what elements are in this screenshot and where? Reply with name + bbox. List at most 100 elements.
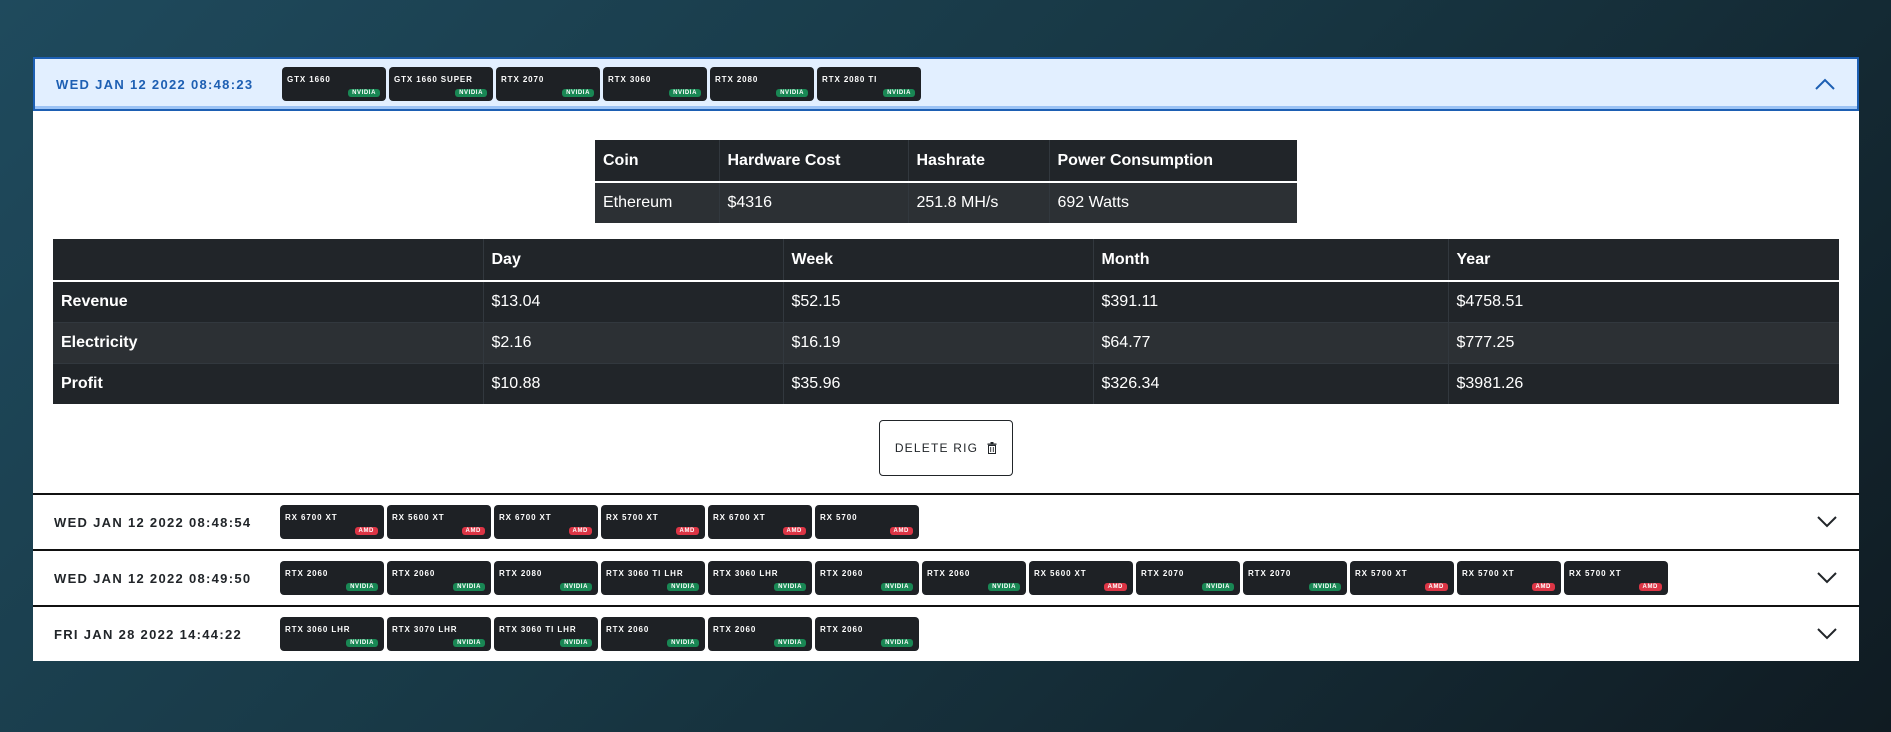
gpu-chip: RX 6700 XT AMD <box>708 505 812 539</box>
gpu-chip: RX 5600 XT AMD <box>387 505 491 539</box>
gpu-chip: RTX 3060 LHR NVIDIA <box>708 561 812 595</box>
gpu-name: RTX 2060 <box>606 625 650 634</box>
gpu-brand-badge: NVIDIA <box>1202 583 1234 591</box>
rig-header[interactable]: FRI JAN 28 2022 14:44:22 RTX 3060 LHR NVI… <box>33 607 1859 661</box>
trash-icon <box>987 442 997 454</box>
cell-year: $777.25 <box>1447 321 1839 363</box>
table-row: Profit $10.88 $35.96 $326.34 $3981.26 <box>53 362 1839 404</box>
cell-year: $3981.26 <box>1447 362 1839 404</box>
gpu-chip: RX 5600 XT AMD <box>1029 561 1133 595</box>
gpu-name: RX 5600 XT <box>392 513 445 522</box>
gpu-brand-badge: NVIDIA <box>881 639 913 647</box>
gpu-brand-badge: AMD <box>675 527 699 535</box>
cell-week: $16.19 <box>782 321 1093 363</box>
summary-hashrate: 251.8 MH/s <box>907 182 1049 223</box>
gpu-brand-badge: AMD <box>782 527 806 535</box>
gpu-chip: RTX 2060 NVIDIA <box>815 617 919 651</box>
summary-coin: Ethereum <box>595 182 719 223</box>
gpu-brand-badge: NVIDIA <box>774 583 806 591</box>
gpu-brand-badge: NVIDIA <box>1309 583 1341 591</box>
cell-day: $13.04 <box>482 280 783 322</box>
gpu-chip: RTX 2060 NVIDIA <box>601 617 705 651</box>
gpu-chip: RTX 2060 NVIDIA <box>708 617 812 651</box>
chevron-down-icon[interactable] <box>1816 627 1838 641</box>
gpu-name: RX 5700 XT <box>1462 569 1515 578</box>
rig-date: FRI JAN 28 2022 14:44:22 <box>54 626 243 642</box>
rig-date: WED JAN 12 2022 08:48:54 <box>54 514 252 530</box>
gpu-name: RTX 3070 LHR <box>392 625 458 634</box>
chevron-down-icon[interactable] <box>1816 515 1838 529</box>
gpu-name: RX 5600 XT <box>1034 569 1087 578</box>
gpu-brand-badge: AMD <box>889 527 913 535</box>
gpu-chip: RTX 3060 NVIDIA <box>603 67 707 101</box>
gpu-brand-badge: NVIDIA <box>453 583 485 591</box>
gpu-brand-badge: NVIDIA <box>881 583 913 591</box>
gpu-name: GTX 1660 <box>287 75 331 84</box>
rig-date: WED JAN 12 2022 08:49:50 <box>54 570 252 586</box>
profit-table: Day Week Month Year Revenue $13.04 $52.1… <box>53 239 1839 404</box>
cell-month: $391.11 <box>1092 280 1448 322</box>
gpu-chip-list: GTX 1660 NVIDIA GTX 1660 SUPER NVIDIA RTX … <box>282 67 921 101</box>
profit-header-week: Week <box>782 239 1093 282</box>
table-row: Revenue $13.04 $52.15 $391.11 $4758.51 <box>53 280 1839 322</box>
rig-item: FRI JAN 28 2022 14:44:22 RTX 3060 LHR NVI… <box>33 607 1859 661</box>
gpu-brand-badge: NVIDIA <box>453 639 485 647</box>
chevron-down-icon[interactable] <box>1816 571 1838 585</box>
gpu-brand-badge: NVIDIA <box>560 583 592 591</box>
row-label: Revenue <box>53 280 483 322</box>
gpu-chip: RTX 3070 LHR NVIDIA <box>387 617 491 651</box>
rig-item: WED JAN 12 2022 08:48:23 GTX 1660 NVIDIA … <box>33 57 1859 495</box>
gpu-brand-badge: AMD <box>1531 583 1555 591</box>
cell-day: $2.16 <box>482 321 783 363</box>
rig-accordion: WED JAN 12 2022 08:48:23 GTX 1660 NVIDIA … <box>33 57 1859 661</box>
gpu-brand-badge: NVIDIA <box>348 89 380 97</box>
gpu-brand-badge: NVIDIA <box>667 639 699 647</box>
gpu-chip-list: RTX 3060 LHR NVIDIA RTX 3070 LHR NVIDIA RT… <box>280 617 919 651</box>
gpu-brand-badge: AMD <box>461 527 485 535</box>
gpu-brand-badge: NVIDIA <box>562 89 594 97</box>
rig-item: WED JAN 12 2022 08:49:50 RTX 2060 NVIDIA … <box>33 551 1859 607</box>
gpu-name: RX 6700 XT <box>285 513 338 522</box>
gpu-chip: GTX 1660 SUPER NVIDIA <box>389 67 493 101</box>
gpu-chip: RTX 2060 NVIDIA <box>922 561 1026 595</box>
gpu-name: RTX 2080 <box>499 569 543 578</box>
gpu-chip: RX 6700 XT AMD <box>494 505 598 539</box>
rig-header[interactable]: WED JAN 12 2022 08:48:23 GTX 1660 NVIDIA … <box>33 57 1859 111</box>
profit-header-day: Day <box>482 239 783 282</box>
rig-details: Coin Hardware Cost Hashrate Power Consum… <box>33 111 1859 493</box>
table-row: Electricity $2.16 $16.19 $64.77 $777.25 <box>53 321 1839 363</box>
summary-power: 692 Watts <box>1048 182 1297 223</box>
cell-month: $326.34 <box>1092 362 1448 404</box>
cell-week: $35.96 <box>782 362 1093 404</box>
summary-header-hashrate: Hashrate <box>907 140 1049 183</box>
gpu-name: RTX 2070 <box>1141 569 1185 578</box>
gpu-chip: RTX 3060 LHR NVIDIA <box>280 617 384 651</box>
gpu-chip: RX 5700 XT AMD <box>1350 561 1454 595</box>
row-label: Electricity <box>53 321 483 363</box>
gpu-chip: GTX 1660 NVIDIA <box>282 67 386 101</box>
summary-hardware-cost: $4316 <box>718 182 908 223</box>
row-label: Profit <box>53 362 483 404</box>
rig-header[interactable]: WED JAN 12 2022 08:49:50 RTX 2060 NVIDIA … <box>33 551 1859 605</box>
gpu-brand-badge: NVIDIA <box>776 89 808 97</box>
cell-year: $4758.51 <box>1447 280 1839 322</box>
gpu-chip: RX 6700 XT AMD <box>280 505 384 539</box>
gpu-brand-badge: AMD <box>354 527 378 535</box>
gpu-name: RX 6700 XT <box>499 513 552 522</box>
delete-wrap: DELETE RIG <box>53 420 1839 476</box>
gpu-chip: RTX 2070 NVIDIA <box>496 67 600 101</box>
summary-header-hardware-cost: Hardware Cost <box>718 140 908 183</box>
delete-rig-button[interactable]: DELETE RIG <box>878 420 1014 476</box>
gpu-name: RTX 2060 <box>392 569 436 578</box>
profit-header-blank <box>53 239 483 282</box>
gpu-brand-badge: NVIDIA <box>774 639 806 647</box>
chevron-up-icon[interactable] <box>1814 77 1836 91</box>
gpu-chip: RTX 3060 TI LHR NVIDIA <box>601 561 705 595</box>
gpu-chip: RTX 2060 NVIDIA <box>280 561 384 595</box>
gpu-name: RTX 2080 TI <box>822 75 878 84</box>
gpu-name: RX 6700 XT <box>713 513 766 522</box>
rig-summary-table: Coin Hardware Cost Hashrate Power Consum… <box>595 140 1297 223</box>
cell-week: $52.15 <box>782 280 1093 322</box>
rig-header[interactable]: WED JAN 12 2022 08:48:54 RX 6700 XT AMD R… <box>33 495 1859 549</box>
gpu-chip: RTX 2060 NVIDIA <box>387 561 491 595</box>
